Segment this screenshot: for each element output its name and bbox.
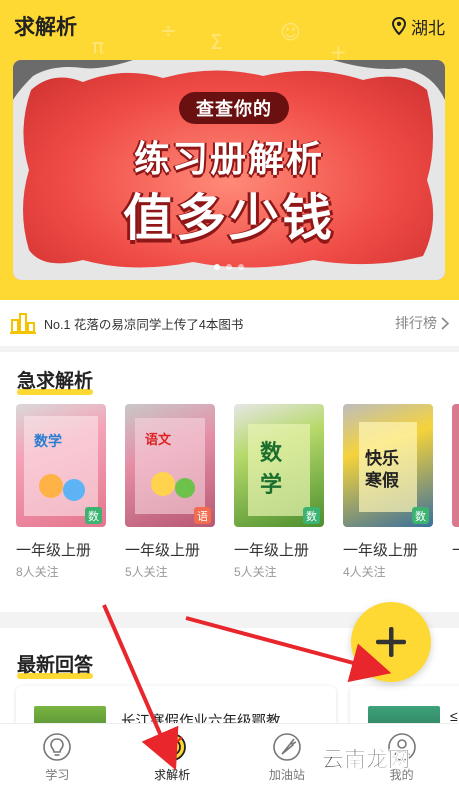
svg-text:语文: 语文	[145, 432, 172, 448]
book-cover: 数学 数	[16, 404, 106, 527]
subject-badge: 数	[412, 507, 429, 524]
notice-message: No.1 花落の易凉同学上传了4本图书	[44, 317, 244, 332]
banner-pill-text: 查查你的	[179, 92, 289, 124]
svg-text:数: 数	[260, 440, 283, 466]
svg-text:快乐: 快乐	[365, 448, 399, 469]
answer-title-partial: ≤	[450, 708, 458, 724]
book-cover: 数 学 数	[234, 404, 324, 527]
book-grade: 一年级上册	[234, 542, 310, 559]
book-card-partial[interactable]: 一	[452, 404, 459, 580]
follow-count: 5人关注	[125, 565, 168, 579]
svg-text:寒假: 寒假	[365, 470, 399, 491]
top-bar: 求解析 湖北	[0, 0, 459, 52]
carrot-icon	[273, 733, 301, 761]
subject-badge: 数	[85, 507, 102, 524]
book-card[interactable]: 快乐 寒假 数 一年级上册 4人关注	[343, 404, 433, 580]
banner-pagination	[13, 264, 445, 270]
book-card-list: 数学 数 一年级上册 8人关注 语文 语 一年级上册 5人关注 数 学 数 一年…	[16, 404, 459, 580]
banner-headline: 练习册解析	[133, 138, 324, 179]
nav-item-solutions[interactable]: 求解析	[115, 724, 230, 788]
lightbulb-icon	[43, 733, 72, 761]
upload-notice-bar: No.1 花落の易凉同学上传了4本图书 排行榜	[0, 300, 459, 346]
book-grade: 一年级上册	[125, 542, 201, 559]
book-card[interactable]: 数学 数 一年级上册 8人关注	[16, 404, 106, 580]
add-request-button[interactable]	[351, 602, 431, 682]
book-grade: 一	[452, 539, 459, 560]
nav-item-fuel-station[interactable]: 加油站	[230, 724, 345, 788]
follow-count: 4人关注	[343, 565, 386, 579]
leaderboard-link[interactable]: 排行榜	[395, 313, 449, 333]
pagination-dot[interactable]	[214, 264, 220, 270]
urgent-request-section: 急求解析 数学 数 一年级上册 8人关注 语文 语 一年级上册 5人关注 数 学…	[0, 352, 459, 612]
nav-item-study[interactable]: 学习	[0, 724, 115, 788]
nav-label: 学习	[45, 768, 70, 782]
chevron-right-icon	[441, 316, 449, 330]
nav-label: 加油站	[268, 768, 305, 782]
subject-badge: 数	[303, 507, 320, 524]
section-title-text: 急求解析	[17, 371, 94, 392]
target-icon	[158, 733, 187, 761]
banner-subheadline: 值多少钱	[123, 190, 335, 246]
book-grade: 一年级上册	[343, 542, 419, 559]
section-title: 急求解析	[17, 366, 94, 395]
follow-count: 8人关注	[16, 565, 59, 579]
svg-text:学: 学	[260, 472, 282, 498]
svg-text:数学: 数学	[34, 433, 62, 450]
section-title-text: 最新回答	[17, 655, 94, 676]
pagination-dot[interactable]	[226, 264, 232, 270]
pagination-dot[interactable]	[238, 264, 244, 270]
location-selector[interactable]: 湖北	[392, 14, 445, 39]
location-pin-icon	[392, 17, 406, 35]
nav-label: 我的	[389, 768, 414, 782]
bottom-nav: 学习 求解析 加油站 我的	[0, 723, 459, 788]
promo-banner[interactable]: 查查你的 练习册解析 值多少钱	[13, 60, 445, 280]
nav-item-profile[interactable]: 我的	[344, 724, 459, 788]
location-label: 湖北	[411, 18, 445, 38]
subject-badge: 语	[194, 507, 211, 524]
leaderboard-icon	[10, 313, 36, 334]
nav-label: 求解析	[154, 768, 191, 782]
profile-icon	[387, 733, 416, 761]
book-cover: 快乐 寒假 数	[343, 404, 433, 527]
book-card[interactable]: 语文 语 一年级上册 5人关注	[125, 404, 215, 580]
book-card[interactable]: 数 学 数 一年级上册 5人关注	[234, 404, 324, 580]
book-cover: 语文 语	[125, 404, 215, 527]
book-cover	[452, 404, 459, 527]
page-title: 求解析	[14, 16, 77, 39]
book-grade: 一年级上册	[16, 542, 92, 559]
follow-count: 5人关注	[234, 565, 277, 579]
plus-icon	[376, 627, 406, 657]
leaderboard-label: 排行榜	[395, 315, 437, 331]
section-title: 最新回答	[17, 650, 94, 679]
